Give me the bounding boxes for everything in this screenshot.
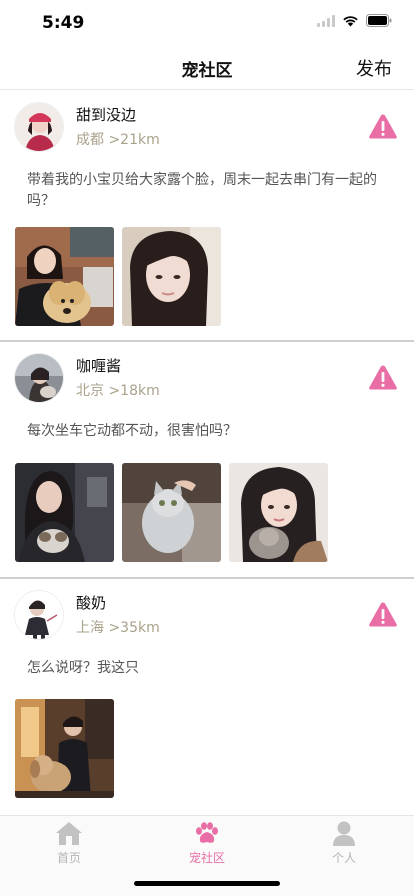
tab-me-label: 个人 xyxy=(331,851,356,865)
post-photos xyxy=(15,699,114,798)
post-location: 北京 >18km xyxy=(76,383,160,399)
status-icons xyxy=(317,14,392,27)
post-username[interactable]: 酸奶 xyxy=(76,592,106,613)
paw-icon xyxy=(196,822,218,843)
post-text: 每次坐车它动都不动，很害怕吗？ xyxy=(27,423,237,439)
home-icon xyxy=(56,822,82,845)
home-indicator[interactable] xyxy=(134,881,280,886)
post-location: 上海 >35km xyxy=(76,620,160,636)
avatar[interactable] xyxy=(14,590,64,640)
person-icon xyxy=(333,821,355,846)
post-card: 咖喱酱 北京 >18km 每次坐车它动都不动，很害怕吗？ xyxy=(0,342,414,579)
post-location: 成都 >21km xyxy=(76,132,160,148)
post-photo[interactable] xyxy=(15,463,114,562)
avatar[interactable] xyxy=(14,102,64,152)
tab-home[interactable]: 首页 xyxy=(29,820,109,870)
nav-bar: 宠社区 发布 xyxy=(0,44,414,90)
post-photo[interactable] xyxy=(229,463,328,562)
tab-me[interactable]: 个人 xyxy=(304,820,384,870)
avatar[interactable] xyxy=(14,353,64,403)
post-photos xyxy=(15,463,328,562)
post-photo[interactable] xyxy=(15,227,114,326)
post-photo[interactable] xyxy=(122,227,221,326)
report-warning-icon[interactable] xyxy=(368,364,398,391)
page-title: 宠社区 xyxy=(181,61,233,81)
tab-community-label: 宠社区 xyxy=(188,851,225,865)
wifi-icon xyxy=(342,15,359,27)
status-time: 5:49 xyxy=(42,13,85,33)
tab-home-label: 首页 xyxy=(56,851,81,865)
post-text: 怎么说呀？我这只 xyxy=(27,660,139,676)
post-photos xyxy=(15,227,221,326)
post-card: 甜到没边 成都 >21km 带着我的小宝贝给大家露个脸，周末一起去串门有一起的吗… xyxy=(0,91,414,342)
publish-button[interactable]: 发布 xyxy=(356,55,392,81)
status-bar: 5:49 xyxy=(0,0,414,44)
signal-icon xyxy=(317,14,335,27)
post-card: 酸奶 上海 >35km 怎么说呀？我这只 xyxy=(0,579,414,815)
post-photo[interactable] xyxy=(122,463,221,562)
post-photo[interactable] xyxy=(15,699,114,798)
battery-icon xyxy=(366,14,392,27)
tab-community[interactable]: 宠社区 xyxy=(167,820,247,870)
post-feed[interactable]: 甜到没边 成都 >21km 带着我的小宝贝给大家露个脸，周末一起去串门有一起的吗… xyxy=(0,91,414,815)
report-warning-icon[interactable] xyxy=(368,113,398,140)
report-warning-icon[interactable] xyxy=(368,601,398,628)
post-text: 带着我的小宝贝给大家露个脸，周末一起去串门有一起的吗？ xyxy=(27,172,377,209)
post-username[interactable]: 咖喱酱 xyxy=(76,355,121,376)
post-username[interactable]: 甜到没边 xyxy=(76,104,136,125)
